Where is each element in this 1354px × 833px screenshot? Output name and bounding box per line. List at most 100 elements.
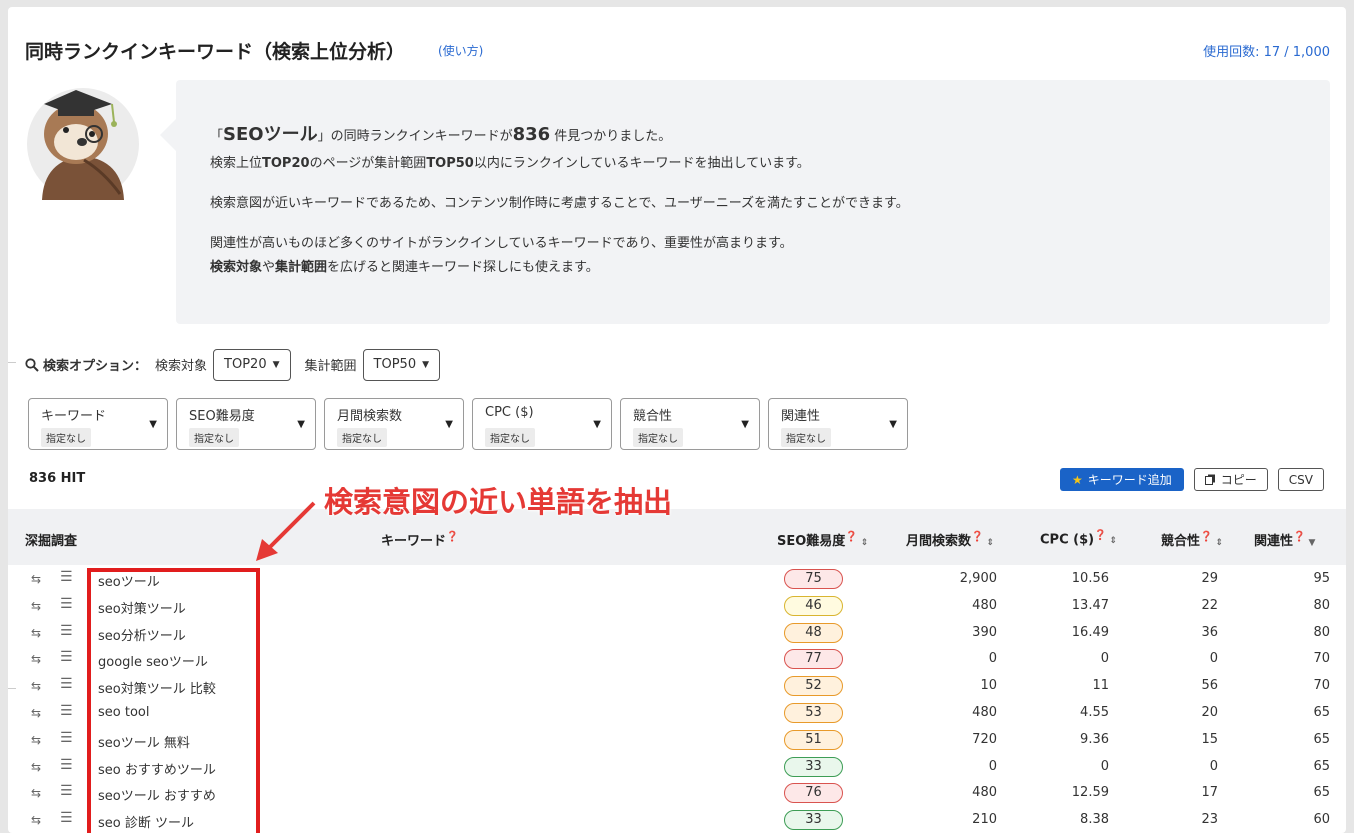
repeat-icon[interactable]: ⇆ <box>31 572 41 586</box>
cpc-cell: 16.49 <box>1071 624 1109 640</box>
question-icon[interactable]: ❓ <box>446 532 458 543</box>
list-icon[interactable]: ☰ <box>60 569 73 585</box>
relevance-cell: 65 <box>1313 785 1330 801</box>
filter-seo-difficulty[interactable]: SEO難易度 指定なし ▼ <box>176 398 316 450</box>
filter-value: 指定なし <box>633 428 683 447</box>
add-keyword-label: キーワード追加 <box>1087 473 1172 487</box>
relevance-cell: 80 <box>1313 597 1330 613</box>
col-volume[interactable]: 月間検索数❓⇕ <box>906 530 994 549</box>
csv-label: CSV <box>1288 472 1313 487</box>
col-keyword[interactable]: キーワード❓ <box>381 530 458 549</box>
col-seo[interactable]: SEO難易度❓⇕ <box>777 530 868 549</box>
col-cpc[interactable]: CPC ($)❓⇕ <box>1040 530 1117 547</box>
list-icon[interactable]: ☰ <box>60 783 73 799</box>
info-line-3: 検索意図が近いキーワードであるため、コンテンツ制作時に考慮することで、ユーザーニ… <box>210 196 909 211</box>
caret-down-icon: ▼ <box>593 419 601 430</box>
col-dig: 深掘調査 <box>25 534 78 549</box>
seo-difficulty-badge: 33 <box>784 756 843 777</box>
list-icon[interactable]: ☰ <box>60 596 73 612</box>
competition-cell: 17 <box>1201 785 1218 801</box>
filter-name: キーワード <box>41 409 107 424</box>
star-icon: ★ <box>1071 472 1083 487</box>
seo-difficulty-badge: 77 <box>784 649 843 670</box>
relevance-cell: 80 <box>1313 624 1330 640</box>
caret-down-icon: ▼ <box>297 419 305 430</box>
filter-value: 指定なし <box>189 428 239 447</box>
seo-difficulty-badge: 46 <box>784 595 843 616</box>
col-cpc-label: CPC ($) <box>1040 532 1095 548</box>
csv-button[interactable]: CSV <box>1277 468 1324 491</box>
col-volume-label: 月間検索数 <box>906 534 972 549</box>
info-line-2: 検索上位TOP20のページが集計範囲TOP50以内にランクインしているキーワード… <box>210 156 810 171</box>
caret-down-icon: ▼ <box>889 419 897 430</box>
volume-cell: 720 <box>972 731 997 747</box>
seo-difficulty-badge: 52 <box>784 676 843 697</box>
question-icon[interactable]: ❓ <box>1094 530 1106 541</box>
repeat-icon[interactable]: ⇆ <box>31 760 41 774</box>
competition-cell: 23 <box>1201 812 1218 828</box>
range-label: 集計範囲 <box>304 359 357 374</box>
copy-label: コピー <box>1220 473 1257 487</box>
list-icon[interactable]: ☰ <box>60 649 73 665</box>
action-buttons: ★ キーワード追加 コピー CSV <box>1059 468 1324 491</box>
repeat-icon[interactable]: ⇆ <box>31 626 41 640</box>
repeat-icon[interactable]: ⇆ <box>31 599 41 613</box>
add-keyword-button[interactable]: ★ キーワード追加 <box>1059 468 1184 491</box>
target-select[interactable]: TOP20 ▼ <box>213 348 291 381</box>
table-header: 深掘調査 キーワード❓ SEO難易度❓⇕ 月間検索数❓⇕ CPC ($)❓⇕ 競… <box>8 509 1346 565</box>
highlight-box <box>87 568 260 833</box>
info-line-1: 「SEOツール」の同時ランクインキーワードが836 件見つかりました。 <box>210 124 672 145</box>
col-competition[interactable]: 競合性❓⇕ <box>1161 530 1223 549</box>
hit-count: 836 HIT <box>29 471 86 486</box>
list-icon[interactable]: ☰ <box>60 810 73 826</box>
filter-competition[interactable]: 競合性 指定なし ▼ <box>620 398 760 450</box>
repeat-icon[interactable]: ⇆ <box>31 733 41 747</box>
question-icon[interactable]: ❓ <box>1293 532 1305 543</box>
repeat-icon[interactable]: ⇆ <box>31 786 41 800</box>
cpc-cell: 8.38 <box>1080 812 1109 828</box>
sort-icon: ⇕ <box>860 538 869 548</box>
filter-volume[interactable]: 月間検索数 指定なし ▼ <box>324 398 464 450</box>
mascot-illustration <box>27 88 139 200</box>
question-icon[interactable]: ❓ <box>971 532 983 543</box>
question-icon[interactable]: ❓ <box>845 532 857 543</box>
sort-icon: ⇕ <box>1109 536 1118 547</box>
filter-cpc[interactable]: CPC ($) 指定なし ▼ <box>472 398 612 450</box>
usage-count[interactable]: 使用回数: 17 / 1,000 <box>1203 41 1330 60</box>
filter-name: 関連性 <box>781 409 821 424</box>
filter-relevance[interactable]: 関連性 指定なし ▼ <box>768 398 908 450</box>
sort-icon: ⇕ <box>986 538 995 548</box>
competition-cell: 15 <box>1201 731 1218 747</box>
seo-difficulty-badge: 48 <box>784 622 843 643</box>
main-card: 同時ランクインキーワード（検索上位分析） (使い方) 使用回数: 17 / 1,… <box>8 7 1346 833</box>
col-relevance[interactable]: 関連性❓▼ <box>1254 530 1315 549</box>
filter-value: 指定なし <box>485 428 535 447</box>
relevance-cell: 65 <box>1313 704 1330 720</box>
repeat-icon[interactable]: ⇆ <box>31 679 41 693</box>
copy-button[interactable]: コピー <box>1193 468 1268 491</box>
filter-keyword[interactable]: キーワード 指定なし ▼ <box>28 398 168 450</box>
range-select[interactable]: TOP50 ▼ <box>362 348 441 381</box>
sort-desc-icon: ▼ <box>1308 538 1316 548</box>
relevance-cell: 65 <box>1313 731 1330 747</box>
relevance-cell: 70 <box>1313 651 1330 667</box>
help-link[interactable]: (使い方) <box>438 42 483 59</box>
volume-cell: 480 <box>972 704 997 720</box>
repeat-icon[interactable]: ⇆ <box>31 652 41 666</box>
question-icon[interactable]: ❓ <box>1200 532 1212 543</box>
list-icon[interactable]: ☰ <box>60 703 73 719</box>
relevance-cell: 95 <box>1313 571 1330 586</box>
filter-bar: キーワード 指定なし ▼ SEO難易度 指定なし ▼ 月間検索数 指定なし ▼ … <box>28 398 908 450</box>
list-icon[interactable]: ☰ <box>60 676 73 692</box>
list-icon[interactable]: ☰ <box>60 730 73 746</box>
competition-cell: 22 <box>1201 597 1218 613</box>
repeat-icon[interactable]: ⇆ <box>31 813 41 827</box>
competition-cell: 0 <box>1209 651 1218 667</box>
filter-value: 指定なし <box>781 428 831 447</box>
cpc-cell: 0 <box>1100 758 1109 774</box>
cpc-cell: 9.36 <box>1080 731 1109 747</box>
list-icon[interactable]: ☰ <box>60 623 73 639</box>
sort-icon: ⇕ <box>1215 538 1224 548</box>
repeat-icon[interactable]: ⇆ <box>31 706 41 720</box>
list-icon[interactable]: ☰ <box>60 757 73 773</box>
